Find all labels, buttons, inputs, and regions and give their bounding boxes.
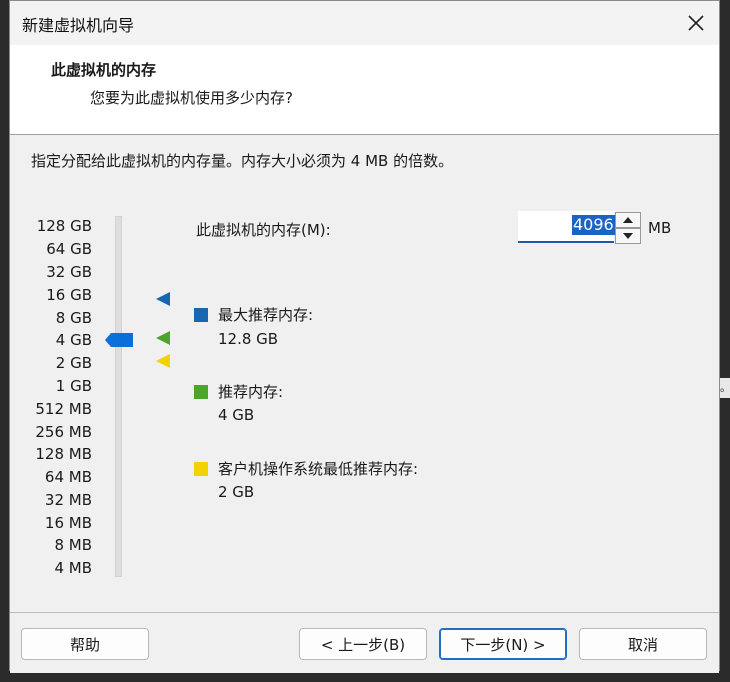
scale-label-64mb: 64 MB [44, 468, 92, 486]
memory-input-value: 4096 [572, 215, 615, 235]
scale-label-128gb: 128 GB [36, 217, 92, 235]
scale-label-64gb: 64 GB [46, 240, 92, 258]
close-button[interactable] [673, 1, 719, 45]
scale-label-8gb: 8 GB [55, 309, 92, 327]
cancel-button[interactable]: 取消 [579, 628, 707, 660]
header-title: 此虚拟机的内存 [51, 61, 157, 79]
max-recommended-value: 12.8 GB [218, 330, 279, 348]
scale-label-2gb: 2 GB [55, 354, 92, 372]
description-text: 指定分配给此虚拟机的内存量。内存大小必须为 4 MB 的倍数。 [31, 152, 454, 170]
scale-label-256mb: 256 MB [35, 423, 92, 441]
memory-unit: MB [648, 219, 672, 237]
scale-label-512mb: 512 MB [35, 400, 92, 418]
next-button[interactable]: 下一步(N) > [439, 628, 567, 660]
new-vm-wizard-dialog: 新建虚拟机向导 此虚拟机的内存 您要为此虚拟机使用多少内存? 指定分配给此虚拟机… [9, 0, 720, 673]
scale-label-16mb: 16 MB [44, 514, 92, 532]
scale-label-4mb: 4 MB [54, 559, 92, 577]
max-recommended-marker [156, 292, 170, 306]
scale-label-1gb: 1 GB [55, 377, 92, 395]
window-title: 新建虚拟机向导 [22, 16, 135, 35]
help-button[interactable]: 帮助 [21, 628, 149, 660]
scale-label-32gb: 32 GB [46, 263, 92, 281]
background-window-edge: 。 [720, 378, 730, 398]
scale-label-16gb: 16 GB [46, 286, 92, 304]
scale-label-128mb: 128 MB [35, 445, 92, 463]
button-bar: 帮助 < 上一步(B) 下一步(N) > 取消 [10, 612, 719, 673]
max-recommended-swatch [194, 308, 208, 322]
spin-up-button[interactable] [615, 212, 641, 228]
memory-slider-track[interactable] [115, 216, 122, 577]
min-recommended-marker [156, 354, 170, 368]
recommended-label: 推荐内存: [218, 383, 284, 401]
back-button[interactable]: < 上一步(B) [299, 628, 427, 660]
memory-slider-thumb[interactable] [105, 333, 133, 347]
spin-down-button[interactable] [615, 228, 641, 244]
wizard-header: 此虚拟机的内存 您要为此虚拟机使用多少内存? [10, 45, 719, 135]
close-icon [688, 15, 704, 31]
header-subtitle: 您要为此虚拟机使用多少内存? [90, 89, 293, 107]
caret-up-icon [623, 217, 633, 223]
scale-label-8mb: 8 MB [54, 536, 92, 554]
recommended-value: 4 GB [218, 406, 255, 424]
memory-field-label: 此虚拟机的内存(M): [196, 221, 331, 239]
min-recommended-swatch [194, 462, 208, 476]
recommended-marker [156, 331, 170, 345]
max-recommended-label: 最大推荐内存: [218, 306, 314, 324]
scale-label-4gb: 4 GB [55, 331, 92, 349]
caret-down-icon [623, 233, 633, 239]
memory-spinner [615, 212, 641, 244]
recommended-swatch [194, 385, 208, 399]
min-recommended-label: 客户机操作系统最低推荐内存: [218, 460, 419, 478]
scale-label-32mb: 32 MB [44, 491, 92, 509]
title-bar: 新建虚拟机向导 [10, 1, 719, 45]
min-recommended-value: 2 GB [218, 483, 255, 501]
